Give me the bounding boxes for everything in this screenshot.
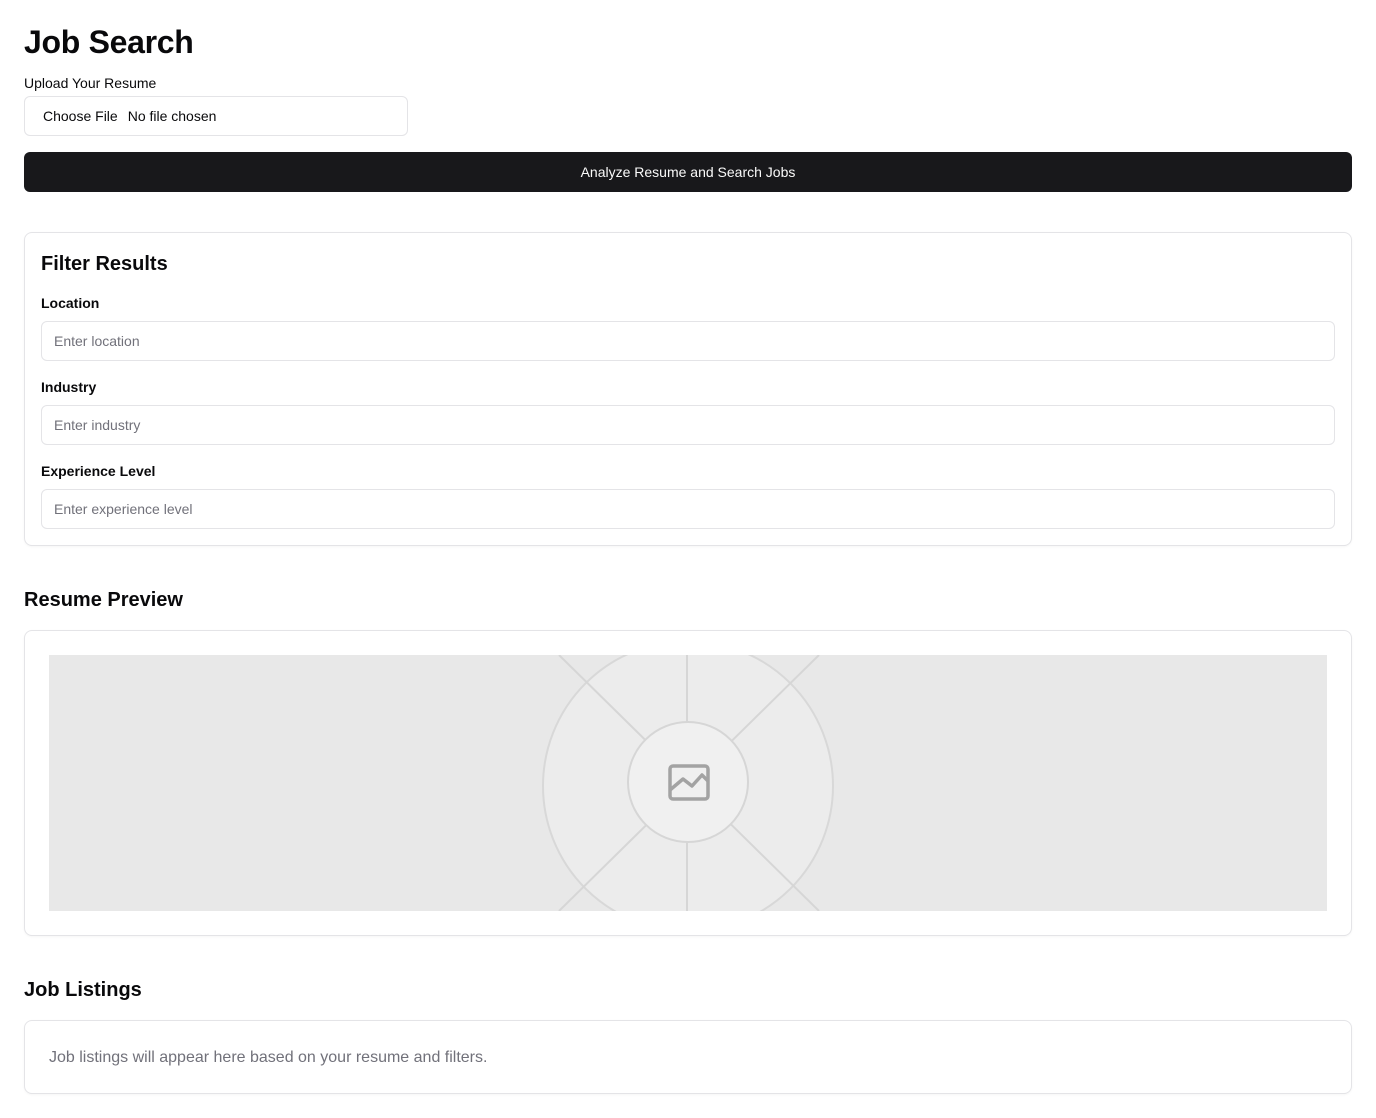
resume-file-input[interactable]: Choose File No file chosen <box>24 96 408 136</box>
location-input[interactable] <box>41 321 1335 361</box>
industry-label: Industry <box>41 379 97 395</box>
resume-preview-card <box>24 630 1352 936</box>
experience-level-label: Experience Level <box>41 463 156 479</box>
analyze-resume-button[interactable]: Analyze Resume and Search Jobs <box>24 152 1352 192</box>
job-listings-empty-message: Job listings will appear here based on y… <box>49 1049 488 1066</box>
filter-results-title: Filter Results <box>41 253 168 275</box>
experience-level-input[interactable] <box>41 489 1335 529</box>
job-listings-heading: Job Listings <box>24 979 142 1001</box>
location-label: Location <box>41 295 100 311</box>
resume-preview-heading: Resume Preview <box>24 589 183 611</box>
image-placeholder-graphic <box>484 655 894 911</box>
file-status-text: No file chosen <box>127 108 217 124</box>
page-title: Job Search <box>24 24 194 60</box>
upload-resume-label: Upload Your Resume <box>24 75 157 91</box>
job-listings-card: Job listings will appear here based on y… <box>24 1020 1352 1094</box>
industry-input[interactable] <box>41 405 1335 445</box>
filter-results-card: Filter Results Location Industry Experie… <box>24 232 1352 546</box>
resume-preview-placeholder <box>49 655 1327 911</box>
choose-file-button[interactable]: Choose File <box>43 108 118 124</box>
